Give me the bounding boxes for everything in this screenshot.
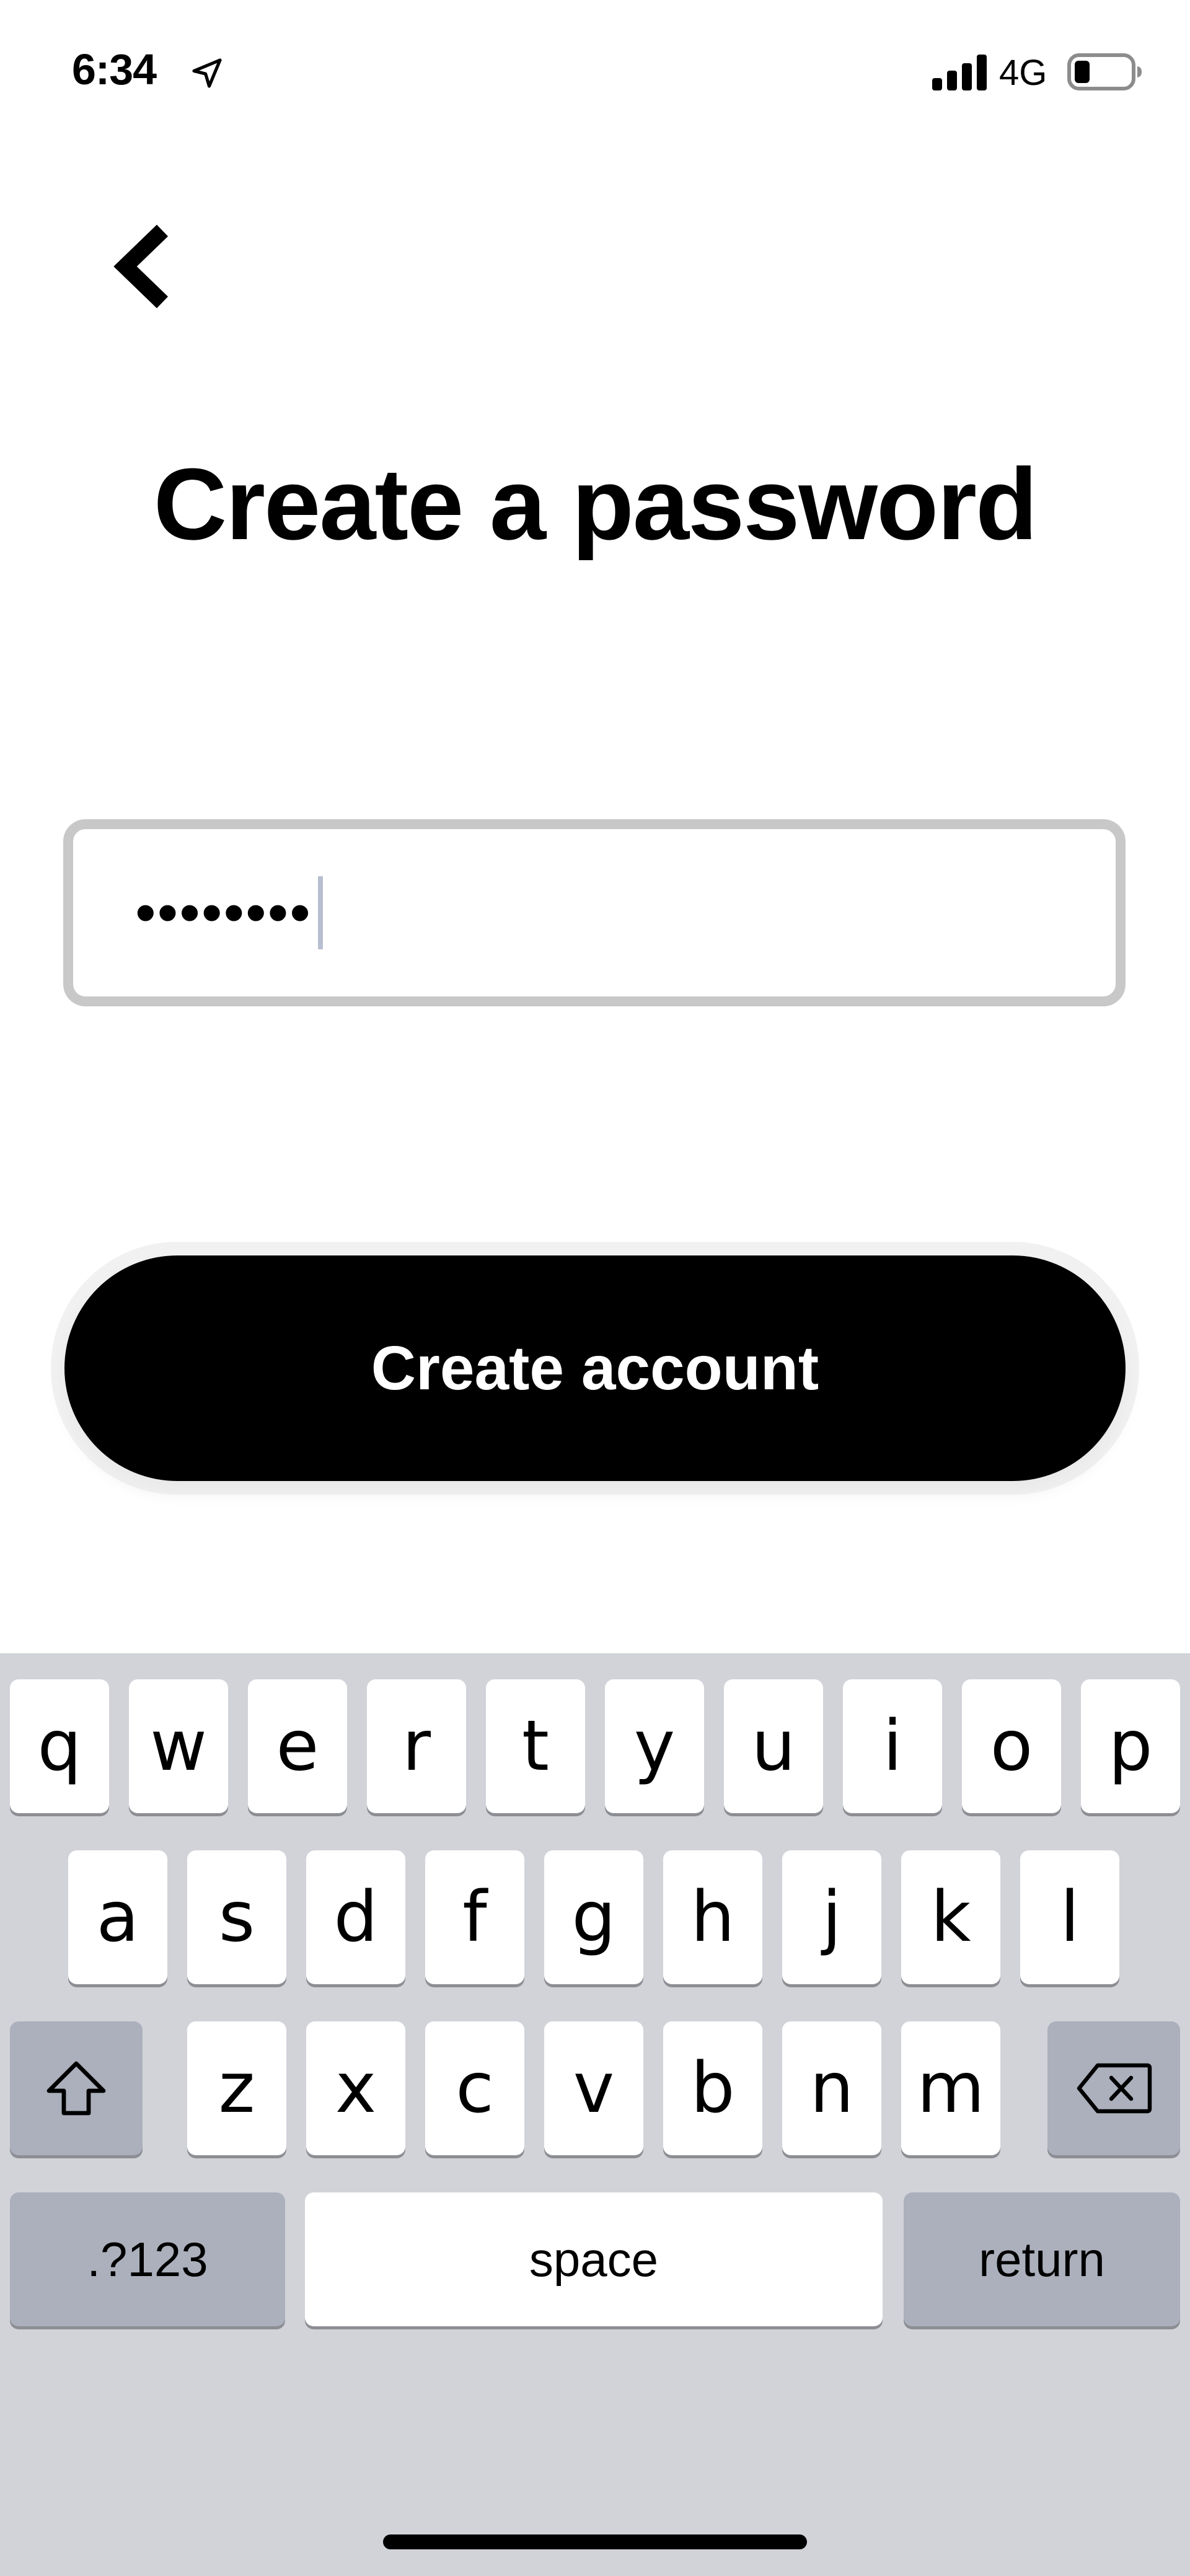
key-a[interactable]: a bbox=[68, 1850, 167, 1984]
key-d[interactable]: d bbox=[306, 1850, 405, 1984]
key-y[interactable]: y bbox=[605, 1679, 704, 1813]
space-key[interactable]: space bbox=[305, 2192, 883, 2326]
key-h[interactable]: h bbox=[663, 1850, 762, 1984]
battery-icon bbox=[1067, 53, 1142, 90]
numbers-key[interactable]: .?123 bbox=[10, 2192, 285, 2326]
signal-bars-icon bbox=[932, 55, 987, 90]
key-b[interactable]: b bbox=[663, 2021, 762, 2155]
location-arrow-icon bbox=[192, 58, 222, 88]
network-type: 4G bbox=[999, 53, 1047, 93]
key-z[interactable]: z bbox=[187, 2021, 286, 2155]
key-m[interactable]: m bbox=[901, 2021, 1000, 2155]
key-r[interactable]: r bbox=[367, 1679, 466, 1813]
key-i[interactable]: i bbox=[843, 1679, 942, 1813]
key-e[interactable]: e bbox=[248, 1679, 347, 1813]
return-key[interactable]: return bbox=[904, 2192, 1180, 2326]
backspace-icon bbox=[1077, 2063, 1152, 2114]
shift-key[interactable] bbox=[10, 2021, 143, 2155]
key-f[interactable]: f bbox=[425, 1850, 524, 1984]
password-input[interactable]: •••••••• bbox=[63, 819, 1126, 1006]
key-n[interactable]: n bbox=[782, 2021, 881, 2155]
key-s[interactable]: s bbox=[187, 1850, 286, 1984]
chevron-left-icon bbox=[113, 224, 169, 309]
key-w[interactable]: w bbox=[129, 1679, 228, 1813]
keyboard: q w e r t y u i o p a s d f g h j k l z … bbox=[0, 1653, 1190, 2576]
create-account-button[interactable]: Create account bbox=[64, 1255, 1126, 1481]
back-button[interactable] bbox=[93, 211, 192, 322]
screen: 6:34 4G Create a password •••••••• Creat… bbox=[0, 0, 1190, 2576]
key-x[interactable]: x bbox=[306, 2021, 405, 2155]
delete-key[interactable] bbox=[1047, 2021, 1180, 2155]
status-time: 6:34 bbox=[72, 45, 157, 94]
key-o[interactable]: o bbox=[962, 1679, 1061, 1813]
text-caret bbox=[317, 876, 323, 949]
key-c[interactable]: c bbox=[425, 2021, 524, 2155]
key-v[interactable]: v bbox=[544, 2021, 643, 2155]
key-l[interactable]: l bbox=[1020, 1850, 1119, 1984]
key-u[interactable]: u bbox=[724, 1679, 823, 1813]
password-value: •••••••• bbox=[135, 879, 312, 946]
key-k[interactable]: k bbox=[901, 1850, 1000, 1984]
key-t[interactable]: t bbox=[486, 1679, 585, 1813]
home-indicator[interactable] bbox=[383, 2534, 807, 2549]
key-q[interactable]: q bbox=[10, 1679, 109, 1813]
key-p[interactable]: p bbox=[1081, 1679, 1180, 1813]
key-j[interactable]: j bbox=[782, 1850, 881, 1984]
shift-arrow-icon bbox=[46, 2061, 106, 2116]
page-title: Create a password bbox=[153, 447, 1038, 561]
key-g[interactable]: g bbox=[544, 1850, 643, 1984]
